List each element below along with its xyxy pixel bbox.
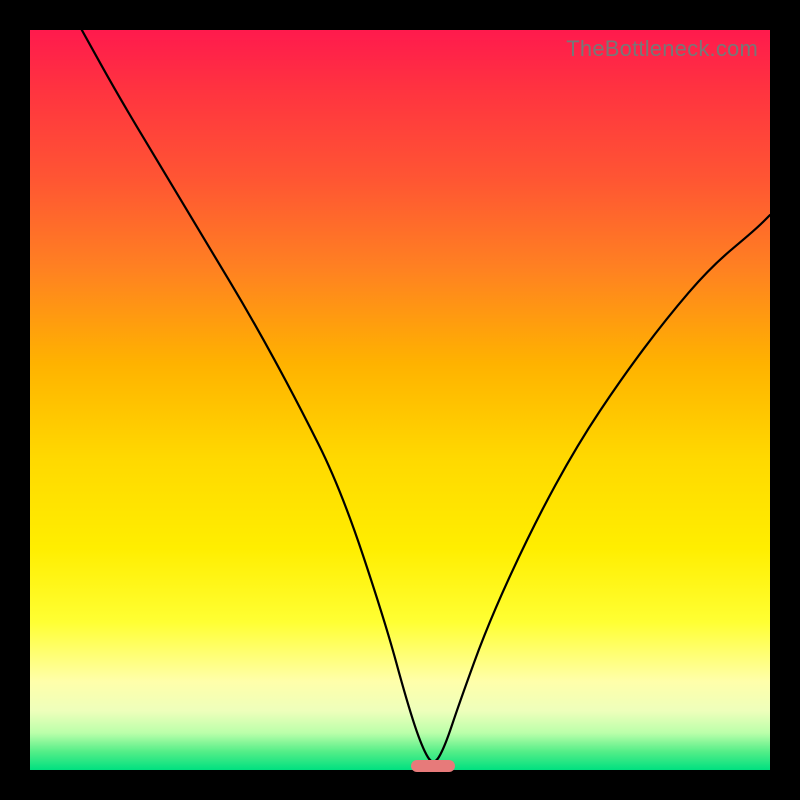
optimal-marker [411, 760, 455, 772]
plot-area: TheBottleneck.com [30, 30, 770, 770]
curve-path [82, 30, 770, 762]
bottleneck-curve [30, 30, 770, 770]
chart-frame: TheBottleneck.com [0, 0, 800, 800]
